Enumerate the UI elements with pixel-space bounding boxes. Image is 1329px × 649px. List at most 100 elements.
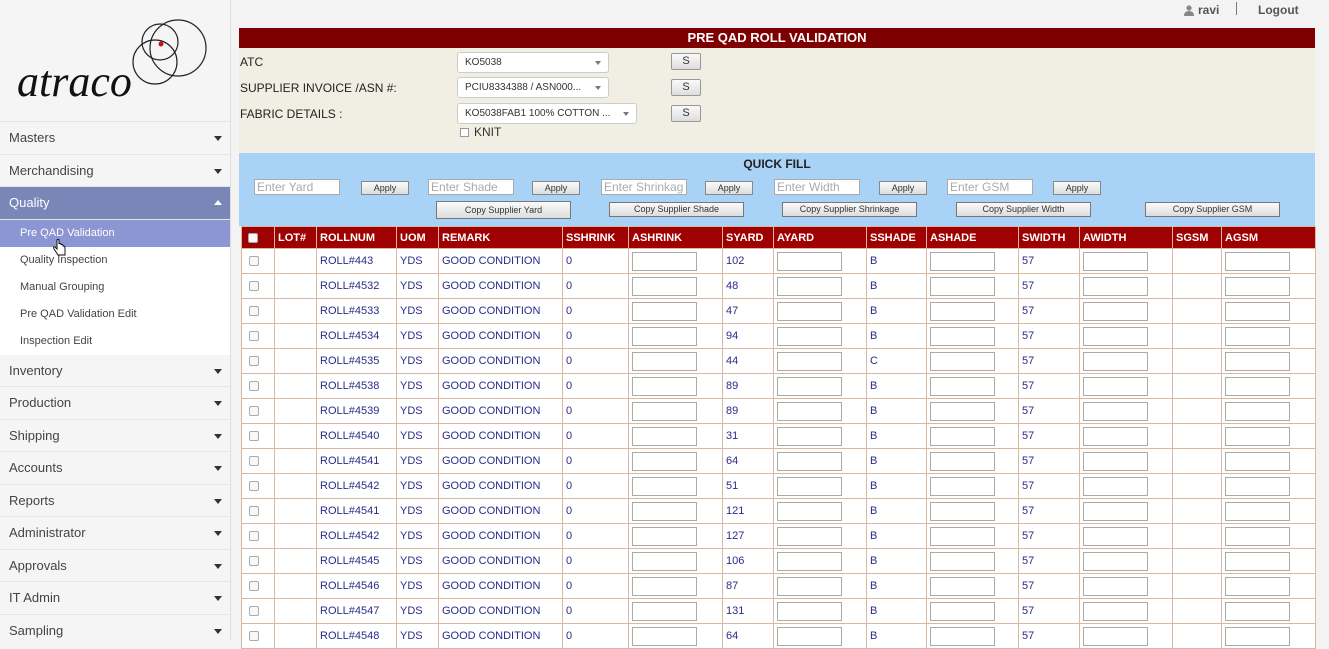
awidth-input[interactable] <box>1083 501 1148 521</box>
ashrink-input[interactable] <box>632 501 697 521</box>
awidth-input[interactable] <box>1083 601 1148 621</box>
sidebar-item-quality[interactable]: Quality <box>0 187 230 220</box>
ashade-input[interactable] <box>930 576 995 596</box>
sidebar-subitem-quality-inspection[interactable]: Quality Inspection <box>0 246 230 274</box>
apply-shrinkage-button[interactable]: Apply <box>705 181 753 195</box>
row-checkbox[interactable] <box>249 581 259 592</box>
quick-fill-width-input[interactable]: Enter Width <box>774 179 860 195</box>
ashrink-input[interactable] <box>632 426 697 446</box>
row-checkbox[interactable] <box>249 256 259 267</box>
awidth-input[interactable] <box>1083 276 1148 296</box>
invoice-search-button[interactable]: S <box>671 79 701 96</box>
ayard-input[interactable] <box>777 251 842 271</box>
sidebar-item-administrator[interactable]: Administrator <box>0 517 230 550</box>
ayard-input[interactable] <box>777 551 842 571</box>
row-checkbox[interactable] <box>249 381 259 392</box>
atraco-logo[interactable]: atraco <box>0 0 230 122</box>
ashade-input[interactable] <box>930 451 995 471</box>
row-checkbox[interactable] <box>249 406 259 417</box>
ashade-input[interactable] <box>930 476 995 496</box>
sidebar-item-reports[interactable]: Reports <box>0 485 230 517</box>
awidth-input[interactable] <box>1083 451 1148 471</box>
agsm-input[interactable] <box>1225 601 1290 621</box>
agsm-input[interactable] <box>1225 451 1290 471</box>
fabric-search-button[interactable]: S <box>671 105 701 122</box>
row-checkbox[interactable] <box>249 606 259 617</box>
agsm-input[interactable] <box>1225 501 1290 521</box>
row-checkbox[interactable] <box>249 506 259 517</box>
ashrink-input[interactable] <box>632 351 697 371</box>
row-checkbox[interactable] <box>249 281 259 292</box>
ayard-input[interactable] <box>777 351 842 371</box>
sidebar-item-accounts[interactable]: Accounts <box>0 452 230 485</box>
agsm-input[interactable] <box>1225 251 1290 271</box>
ashade-input[interactable] <box>930 376 995 396</box>
awidth-input[interactable] <box>1083 626 1148 646</box>
sidebar-item-merchandising[interactable]: Merchandising <box>0 155 230 187</box>
ashade-input[interactable] <box>930 601 995 621</box>
sidebar-subitem-pre-qad-validation[interactable]: Pre QAD Validation <box>0 219 230 247</box>
agsm-input[interactable] <box>1225 376 1290 396</box>
user-name[interactable]: ravi <box>1198 3 1219 17</box>
copy-supplier-shrinkage-button[interactable]: Copy Supplier Shrinkage <box>782 202 917 217</box>
ashrink-input[interactable] <box>632 526 697 546</box>
copy-supplier-width-button[interactable]: Copy Supplier Width <box>956 202 1091 217</box>
ayard-input[interactable] <box>777 601 842 621</box>
sidebar-item-sampling[interactable]: Sampling <box>0 615 230 641</box>
atc-search-button[interactable]: S <box>671 53 701 70</box>
ayard-input[interactable] <box>777 626 842 646</box>
select-all-checkbox[interactable] <box>248 232 258 243</box>
sidebar-item-it-admin[interactable]: IT Admin <box>0 582 230 615</box>
row-checkbox[interactable] <box>249 331 259 342</box>
sidebar-subitem-inspection-edit[interactable]: Inspection Edit <box>0 327 230 355</box>
agsm-input[interactable] <box>1225 576 1290 596</box>
awidth-input[interactable] <box>1083 526 1148 546</box>
quick-fill-yard-input[interactable]: Enter Yard <box>254 179 340 195</box>
row-checkbox[interactable] <box>249 481 259 492</box>
fabric-select[interactable]: KO5038FAB1 100% COTTON ... <box>457 103 637 124</box>
sidebar-subitem-manual-grouping[interactable]: Manual Grouping <box>0 273 230 301</box>
awidth-input[interactable] <box>1083 251 1148 271</box>
ashrink-input[interactable] <box>632 326 697 346</box>
agsm-input[interactable] <box>1225 426 1290 446</box>
ayard-input[interactable] <box>777 301 842 321</box>
ayard-input[interactable] <box>777 276 842 296</box>
agsm-input[interactable] <box>1225 301 1290 321</box>
ashrink-input[interactable] <box>632 376 697 396</box>
row-checkbox[interactable] <box>249 431 259 442</box>
ashrink-input[interactable] <box>632 601 697 621</box>
ashrink-input[interactable] <box>632 276 697 296</box>
quick-fill-shade-input[interactable]: Enter Shade <box>428 179 514 195</box>
ashade-input[interactable] <box>930 551 995 571</box>
agsm-input[interactable] <box>1225 551 1290 571</box>
row-checkbox[interactable] <box>249 456 259 467</box>
awidth-input[interactable] <box>1083 551 1148 571</box>
ashrink-input[interactable] <box>632 626 697 646</box>
ayard-input[interactable] <box>777 376 842 396</box>
ashrink-input[interactable] <box>632 476 697 496</box>
ashade-input[interactable] <box>930 501 995 521</box>
awidth-input[interactable] <box>1083 426 1148 446</box>
quick-fill-shrinkage-input[interactable]: Enter Shrinkag <box>601 179 687 195</box>
agsm-input[interactable] <box>1225 326 1290 346</box>
awidth-input[interactable] <box>1083 326 1148 346</box>
ashade-input[interactable] <box>930 526 995 546</box>
sidebar-item-approvals[interactable]: Approvals <box>0 550 230 582</box>
ashrink-input[interactable] <box>632 551 697 571</box>
ayard-input[interactable] <box>777 451 842 471</box>
agsm-input[interactable] <box>1225 351 1290 371</box>
atc-select[interactable]: KO5038 <box>457 52 609 73</box>
ashrink-input[interactable] <box>632 301 697 321</box>
ayard-input[interactable] <box>777 576 842 596</box>
agsm-input[interactable] <box>1225 401 1290 421</box>
awidth-input[interactable] <box>1083 351 1148 371</box>
awidth-input[interactable] <box>1083 401 1148 421</box>
ashrink-input[interactable] <box>632 251 697 271</box>
apply-yard-button[interactable]: Apply <box>361 181 409 195</box>
ashade-input[interactable] <box>930 301 995 321</box>
sidebar-item-masters[interactable]: Masters <box>0 122 230 155</box>
invoice-select[interactable]: PCIU8334388 / ASN000... <box>457 77 609 98</box>
ashade-input[interactable] <box>930 426 995 446</box>
apply-gsm-button[interactable]: Apply <box>1053 181 1101 195</box>
row-checkbox[interactable] <box>249 556 259 567</box>
